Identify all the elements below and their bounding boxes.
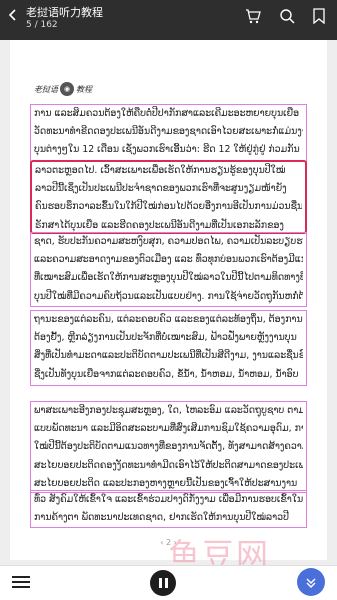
paragraph-line: ທົ່ວ ສັງຄົມໃຫ້ເຂົ້າໃຈ ແລະເຂົ້າຮ່ວມປາງດົກ… [34,494,303,505]
paragraph-line: ຊາດ, ຮັບປະກັນຄວາມສະຫງົບສຸກ, ຄວາມປອດໄພ, ຄ… [34,236,303,247]
logo-text-right: 教程 [76,84,92,94]
paragraph-3[interactable]: ຊາດ, ຮັບປະກັນຄວາມສະຫງົບສຸກ, ຄວາມປອດໄພ, ຄ… [30,232,307,307]
paragraph-line: ແລະຄວາມສະອາດງາມຂອງຕົວເມືອງ ແລະ ທົ່ວທຸກບ່… [34,254,303,266]
page-indicator: 5 / 162 [26,20,58,30]
paragraph-4[interactable]: ຖານະຂອງແຕ່ລະຄົນ, ແຕ່ລະຄອບຄົວ ແລະຂອງແຕ່ລະ… [30,310,307,386]
pause-icon [164,578,168,588]
book-logo: 老挝语 ◉ 教程 [34,80,92,98]
logo-emblem: ◉ [60,82,74,96]
paragraph-line: ແບບພັດທະນາ ແລະມີອິດສະລະບາມທີ່ສົ່ງເສີມການ… [34,423,303,435]
collapse-button[interactable] [297,568,325,596]
chevron-down-icon [306,578,316,588]
pause-button[interactable] [150,570,176,596]
paragraph-line: ການຄ້າງຕາ ພັດທະນາປະເທດຊາດ, ຢາກເຮັດໃຫ້ການ… [34,512,289,524]
paragraph-line: ສິ່ງທີ່ເປັນທຳມະດາແລະປະຕິບັດຕາມປະເພນີທີ່ເ… [34,350,303,362]
paragraph-1[interactable]: ການ ແລະສິມຄວນຕ້ອງໃຫ້ຄືບຕໍ່ປີປາກັກສາແລະເຄ… [30,104,307,162]
paragraph-6[interactable]: ທົ່ວ ສັງຄົມໃຫ້ເຂົ້າໃຈ ແລະເຂົ້າຮ່ວມປາງດົກ… [30,490,307,528]
logo-text-left: 老挝语 [34,84,58,94]
paragraph-2-selected[interactable]: ລາວຕະຫຼອດໄປ. ເວົ້າສະເພາະເພື່ອເຮັດໃຫ້ການຮ… [30,160,307,234]
paragraph-line: ພາສະເພາະອີງກອງປະຊຸມສະຫຼອງ, ໃດ, ໄຫລະອົມ ແ… [34,405,303,416]
paragraph-line: ຖານະຂອງແຕ່ລະຄົນ, ແຕ່ລະຄອບຄົວ ແລະຂອງແຕ່ລະ… [34,314,303,325]
paragraph-line: ທີ່ເໝາະສົມເພື່ອເຮັດໃຫ້ການສະຫຼອງບຸນປີໃໝ່ລ… [34,272,303,284]
paragraph-line: ການ ແລະສິມຄວນຕ້ອງໃຫ້ຄືບຕໍ່ປີປາກັກສາແລະເຄ… [34,108,300,119]
paragraph-line: ບຸນປີໃໝ່ທີ່ມີຄວາມຄົບຖ້ວນແລະເປັນແບບຢ່າງ. … [34,290,303,302]
book-title: 老挝语听力教程 [26,6,103,19]
paragraph-line: ຊີ່ງເປັນທັງບຸນເຍືອຈາກແຕ່ລະຄອບຄົວ, ຂໍ້ນໍ້… [34,368,299,380]
pause-icon [158,578,162,588]
paragraph-line: ຕ້ອງຢັ້ງ, ຫຼີກລ່ຽງການເປັນປະຈັກທີ່ບໍ່ເໝາະ… [34,332,297,344]
paragraph-line: ສະໄຍບອຍປະຕິດຄອງງັດທະນາທຳມີດເອົາໄວ້ໃຫ້ປະຕ… [34,459,303,471]
paragraph-line: ໃໝ່ປີນີ້ຕ້ອງປະຕິບັດຕາມແນວທາງທີ່ຂອງການຈັດ… [34,441,303,453]
cart-icon[interactable] [245,8,261,24]
top-bar: 老挝语听力教程 5 / 162 [0,0,337,40]
bottom-bar [0,565,337,600]
back-arrow-icon[interactable] [6,8,20,22]
paragraph-5[interactable]: ພາສະເພາະອີງກອງປະຊຸມສະຫຼອງ, ໃດ, ໄຫລະອົມ ແ… [30,401,307,493]
menu-icon[interactable] [12,574,30,590]
paragraph-line: ວັດທະນາທໍາຂີດດອງປະເພນີອັນດີງາມຂອງຊາດເອົາ… [34,126,303,138]
search-icon[interactable] [279,8,295,24]
paragraph-line: ບຸນຕ່າງໆໃນ 12 ເດືອນ ເຊັ່ງພວກເຮົາເອີ້ນວ່າ… [34,144,300,156]
paragraph-line: ລາວປີນີ້ເຊິ່ງເປັນປະເພນີປະຈໍາຊາດຂອງພວກເຮົ… [35,183,287,195]
paragraph-line: ລາວຕະຫຼອດໄປ. ເວົ້າສະເພາະເພື່ອເຮັດໃຫ້ການຮ… [35,165,286,176]
paragraph-line: ຄົນຮອບຮຶກວາລະຂຶ້ນໃນໃກ້ປີໃໝ່ກ່ອນໄປດ້ວຍອີ່… [35,201,302,213]
bookmark-icon[interactable] [311,8,327,24]
